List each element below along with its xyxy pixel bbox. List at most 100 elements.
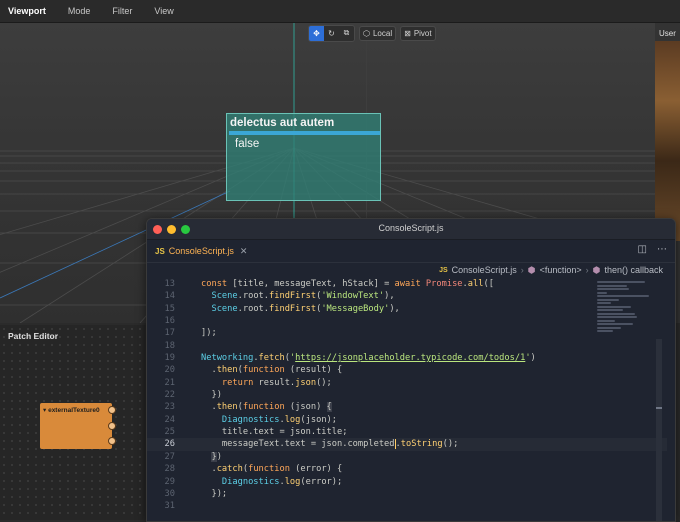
js-file-icon: JS (155, 246, 165, 256)
code-line: 28 .catch(function (error) { (147, 463, 667, 475)
breadcrumb-callback[interactable]: then() callback (604, 265, 663, 275)
code-line: 17]); (147, 327, 667, 339)
line-number: 28 (164, 464, 175, 475)
scale-tool-icon[interactable]: ⧉ (339, 25, 354, 41)
line-source: Diagnostics.log(error); (221, 476, 343, 487)
code-line: 25 title.text = json.title; (147, 426, 667, 438)
code-line: 18 (147, 340, 667, 352)
line-source: .then(function (result) { (201, 365, 343, 376)
external-texture-node[interactable]: ▾ externalTexture0 (40, 403, 116, 449)
chevron-right-icon: › (520, 265, 524, 275)
user-panel-label: User (659, 29, 676, 38)
code-line: 21 return result.json(); (147, 377, 667, 389)
editor-titlebar: ConsoleScript.js (147, 219, 675, 240)
panel-title-text: delectus aut autem (230, 117, 335, 129)
function-icon: ⬢ (527, 264, 536, 275)
line-number: 25 (164, 427, 175, 438)
tab-consolescript[interactable]: JS ConsoleScript.js ✕ (147, 240, 256, 262)
tab-actions: ◫ ⋯ (638, 244, 667, 255)
cube-icon: ⬡ (363, 28, 370, 38)
line-source: title.text = json.title; (201, 427, 348, 438)
chevron-right-icon: › (585, 265, 589, 275)
pivot-label: Pivot (413, 28, 432, 38)
code-line: 14 Scene.root.findFirst('WindowText'), (147, 290, 667, 302)
line-source: Scene.root.findFirst('WindowText'), (211, 291, 395, 302)
viewport-toolbar: ✥ ↻ ⧉ ⬡ Local ⊠ Pivot (308, 24, 436, 42)
line-number: 27 (164, 451, 175, 462)
window-title: ConsoleScript.js (378, 223, 444, 233)
code-line: 31 (147, 500, 667, 512)
line-number: 20 (164, 365, 175, 376)
line-source: messageText.text = json.completed.toStri… (201, 438, 459, 450)
code-line: 20 .then(function (result) { (147, 364, 667, 376)
pivot-icon: ⊠ (404, 28, 411, 38)
code-line: 15 Scene.root.findFirst('MessageBody'), (147, 303, 667, 315)
code-line: 22 }) (147, 389, 667, 401)
split-editor-icon[interactable]: ◫ (638, 244, 647, 255)
line-source: const [title, messageText, hStack] = awa… (201, 279, 494, 289)
line-source: Scene.root.findFirst('MessageBody'), (211, 303, 400, 314)
code-editor-window: ConsoleScript.js JS ConsoleScript.js ✕ ◫… (146, 218, 676, 522)
rotate-tool-icon[interactable]: ↻ (324, 25, 339, 41)
line-source: }); (201, 488, 228, 499)
code-line: 19 Networking.fetch('https://jsonplacehol… (147, 352, 667, 364)
line-number: 21 (164, 377, 175, 388)
menu-bar: Viewport Mode Filter View (0, 0, 680, 23)
text-cursor (394, 438, 396, 449)
close-tab-icon[interactable]: ✕ (240, 246, 248, 257)
more-actions-icon[interactable]: ⋯ (657, 244, 667, 255)
local-toggle-button[interactable]: ⬡ Local (359, 25, 397, 41)
code-line: 23 .then(function (json) { (147, 401, 667, 413)
code-line: 16 (147, 315, 667, 327)
code-line: 27 }) (147, 451, 667, 463)
code-line: 30 }); (147, 488, 667, 500)
camera-preview (655, 41, 680, 241)
menu-viewport[interactable]: Viewport (0, 6, 57, 16)
menu-filter[interactable]: Filter (101, 6, 143, 16)
code-area[interactable]: 13 const [title, messageText, hStack] = a… (147, 278, 667, 521)
line-number: 19 (164, 353, 175, 364)
transform-tools: ✥ ↻ ⧉ (308, 24, 355, 42)
output-port[interactable] (108, 406, 116, 414)
line-source: .then(function (json) { (201, 402, 332, 413)
line-source: return result.json(); (221, 377, 332, 388)
line-number: 26 (164, 439, 175, 450)
scene-panel[interactable]: delectus aut autem false (226, 113, 381, 201)
line-number: 24 (164, 414, 175, 425)
line-number: 17 (164, 328, 175, 339)
panel-divider (229, 131, 380, 135)
line-number: 18 (164, 340, 175, 351)
node-label-text: externalTexture0 (48, 407, 100, 414)
line-number: 29 (164, 476, 175, 487)
line-number: 31 (164, 501, 175, 512)
line-number: 30 (164, 488, 175, 499)
line-source: }) (211, 451, 222, 462)
line-number: 14 (164, 291, 175, 302)
breadcrumb-function[interactable]: <function> (540, 265, 582, 275)
editor-tab-bar: JS ConsoleScript.js ✕ ◫ ⋯ (147, 240, 675, 263)
line-number: 16 (164, 316, 175, 327)
minimap[interactable] (597, 281, 657, 351)
line-number: 15 (164, 303, 175, 314)
line-number: 22 (164, 390, 175, 401)
vertical-scrollbar[interactable] (656, 339, 662, 521)
tab-label: ConsoleScript.js (168, 246, 234, 256)
code-line: 13 const [title, messageText, hStack] = a… (147, 278, 667, 290)
code-line: 24 Diagnostics.log(json); (147, 414, 667, 426)
patch-editor[interactable]: Patch Editor ▾ externalTexture0 (0, 325, 148, 520)
output-port[interactable] (108, 422, 116, 430)
line-source: }) (201, 390, 222, 401)
code-line: 29 Diagnostics.log(error); (147, 476, 667, 488)
line-source: ]); (201, 328, 217, 339)
scrollbar-marker (656, 407, 662, 409)
pivot-toggle-button[interactable]: ⊠ Pivot (400, 25, 436, 41)
move-tool-icon[interactable]: ✥ (309, 25, 324, 41)
breadcrumb: JS ConsoleScript.js › ⬢ <function> › ⬢ t… (147, 262, 675, 278)
menu-mode[interactable]: Mode (57, 6, 102, 16)
line-number: 13 (164, 279, 175, 289)
menu-view[interactable]: View (143, 6, 184, 16)
node-label: ▾ externalTexture0 (43, 407, 100, 414)
output-port[interactable] (108, 437, 116, 445)
line-source: Diagnostics.log(json); (221, 414, 338, 425)
breadcrumb-file[interactable]: ConsoleScript.js (452, 265, 517, 275)
